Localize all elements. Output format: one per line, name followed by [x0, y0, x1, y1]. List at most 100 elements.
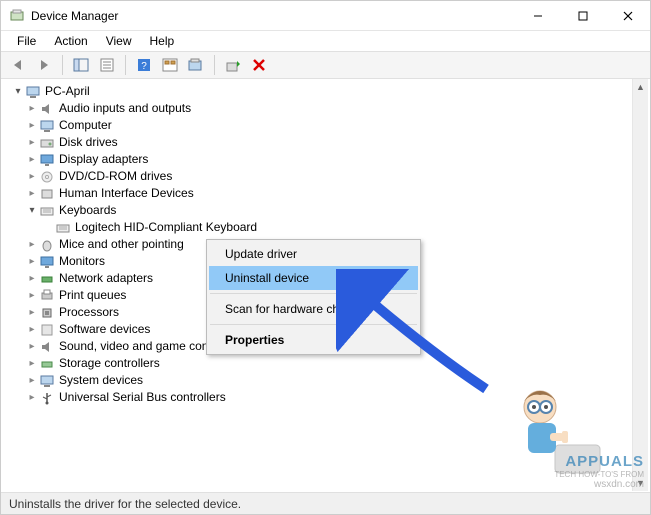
tree-device-selected[interactable]: Logitech HID-Compliant Keyboard	[7, 219, 650, 236]
menubar: File Action View Help	[1, 31, 650, 51]
context-scan-hardware[interactable]: Scan for hardware changes	[209, 297, 418, 321]
tree-category-label: Processors	[59, 304, 119, 321]
computer-icon	[39, 118, 55, 134]
menu-help[interactable]: Help	[142, 32, 183, 50]
titlebar: Device Manager	[1, 1, 650, 31]
context-uninstall-device[interactable]: Uninstall device	[209, 266, 418, 290]
expand-icon[interactable]	[25, 372, 39, 389]
back-button[interactable]	[7, 54, 29, 76]
tree-category[interactable]: Audio inputs and outputs	[7, 100, 650, 117]
toolbar-separator	[62, 55, 63, 75]
context-update-driver[interactable]: Update driver	[209, 242, 418, 266]
mouse-icon	[39, 237, 55, 253]
tree-device-label: Logitech HID-Compliant Keyboard	[75, 219, 257, 236]
context-menu: Update driver Uninstall device Scan for …	[206, 239, 421, 355]
tree-category-label: Monitors	[59, 253, 105, 270]
expand-icon[interactable]	[25, 338, 39, 355]
tree-category-keyboards[interactable]: Keyboards	[7, 202, 650, 219]
context-separator	[210, 293, 417, 294]
expand-icon[interactable]	[25, 185, 39, 202]
expand-icon[interactable]	[25, 253, 39, 270]
display-icon	[39, 152, 55, 168]
update-driver-button[interactable]	[222, 54, 244, 76]
expand-icon[interactable]	[25, 287, 39, 304]
expand-icon[interactable]	[25, 321, 39, 338]
computer-icon	[25, 84, 41, 100]
dvd-icon	[39, 169, 55, 185]
keyboard-icon	[39, 203, 55, 219]
menu-view[interactable]: View	[98, 32, 140, 50]
svg-text:?: ?	[141, 61, 147, 72]
tree-root[interactable]: PC-April	[7, 83, 650, 100]
menu-file[interactable]: File	[9, 32, 44, 50]
storage-icon	[39, 356, 55, 372]
devices-view-button[interactable]	[159, 54, 181, 76]
properties-button[interactable]	[96, 54, 118, 76]
tree-category-label: Mice and other pointing	[59, 236, 184, 253]
monitor-icon	[39, 254, 55, 270]
usb-icon	[39, 390, 55, 406]
tree-category-label: DVD/CD-ROM drives	[59, 168, 172, 185]
expand-icon[interactable]	[25, 134, 39, 151]
tree-category[interactable]: Display adapters	[7, 151, 650, 168]
hid-icon	[39, 186, 55, 202]
toolbar-separator	[125, 55, 126, 75]
software-icon	[39, 322, 55, 338]
vertical-scrollbar[interactable]: ▲ ▼	[632, 79, 648, 491]
forward-button[interactable]	[33, 54, 55, 76]
window-title: Device Manager	[31, 9, 515, 23]
context-separator	[210, 324, 417, 325]
window-controls	[515, 1, 650, 30]
toolbar-separator	[214, 55, 215, 75]
processor-icon	[39, 305, 55, 321]
tree-category-label: Keyboards	[59, 202, 116, 219]
expand-icon[interactable]	[25, 117, 39, 134]
show-hide-console-tree-button[interactable]	[70, 54, 92, 76]
system-icon	[39, 373, 55, 389]
statusbar: Uninstalls the driver for the selected d…	[1, 492, 650, 514]
maximize-button[interactable]	[560, 1, 605, 30]
collapse-icon[interactable]	[25, 202, 39, 219]
scroll-up-button[interactable]: ▲	[633, 79, 648, 95]
keyboard-icon	[55, 220, 71, 236]
network-icon	[39, 271, 55, 287]
tree-category[interactable]: Computer	[7, 117, 650, 134]
app-icon	[9, 8, 25, 24]
tree-category[interactable]: DVD/CD-ROM drives	[7, 168, 650, 185]
printer-icon	[39, 288, 55, 304]
tree-category-label: Human Interface Devices	[59, 185, 194, 202]
tree-category-label: System devices	[59, 372, 143, 389]
scan-hardware-button[interactable]	[185, 54, 207, 76]
expand-icon[interactable]	[25, 304, 39, 321]
expand-icon[interactable]	[25, 100, 39, 117]
watermark-tag2: wsxdn.com	[554, 479, 644, 490]
sound-icon	[39, 339, 55, 355]
expand-icon[interactable]	[25, 270, 39, 287]
close-button[interactable]	[605, 1, 650, 30]
menu-action[interactable]: Action	[46, 32, 95, 50]
audio-icon	[39, 101, 55, 117]
disk-icon	[39, 135, 55, 151]
expand-icon[interactable]	[25, 168, 39, 185]
statusbar-text: Uninstalls the driver for the selected d…	[9, 497, 241, 511]
watermark-tag1: TECH HOW-TO'S FROM	[554, 470, 644, 479]
tree-category[interactable]: Disk drives	[7, 134, 650, 151]
expand-icon[interactable]	[25, 236, 39, 253]
expand-icon[interactable]	[25, 151, 39, 168]
help-button[interactable]: ?	[133, 54, 155, 76]
tree-root-label: PC-April	[45, 83, 90, 100]
expand-icon[interactable]	[25, 389, 39, 406]
expand-icon[interactable]	[11, 83, 25, 100]
tree-category-label: Print queues	[59, 287, 126, 304]
context-properties[interactable]: Properties	[209, 328, 418, 352]
tree-category[interactable]: Human Interface Devices	[7, 185, 650, 202]
tree-category-label: Display adapters	[59, 151, 148, 168]
tree-category-label: Disk drives	[59, 134, 118, 151]
watermark: APPUALS TECH HOW-TO'S FROM wsxdn.com	[554, 453, 644, 490]
watermark-brand: APPUALS	[554, 453, 644, 470]
minimize-button[interactable]	[515, 1, 560, 30]
tree-category-label: Audio inputs and outputs	[59, 100, 191, 117]
uninstall-device-button[interactable]	[248, 54, 270, 76]
tree-category[interactable]: Storage controllers	[7, 355, 650, 372]
expand-icon[interactable]	[25, 355, 39, 372]
